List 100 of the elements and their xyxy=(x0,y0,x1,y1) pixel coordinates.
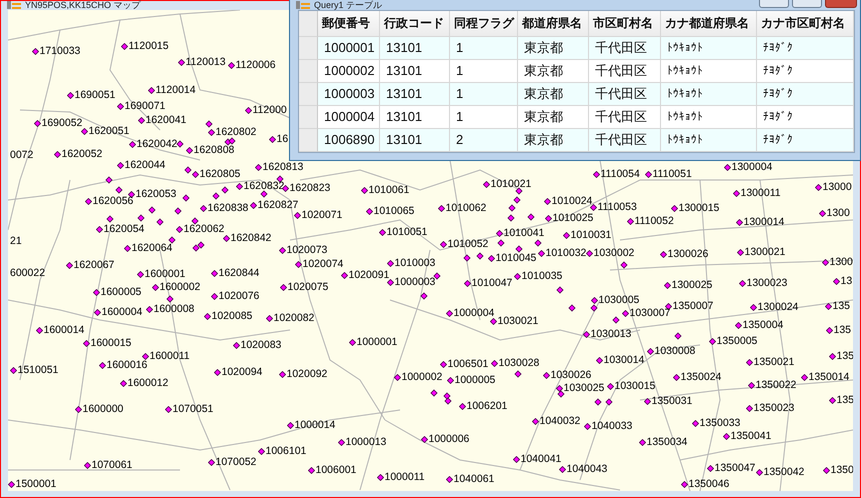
postal-code-label: 1070052 xyxy=(216,456,256,468)
postal-code-label: 0072 xyxy=(10,149,34,161)
point-marker-icon xyxy=(128,190,134,198)
point-marker-icon xyxy=(724,164,730,170)
postal-code-label: 1010035 xyxy=(522,270,562,282)
postal-code-label: 1110054 xyxy=(600,168,640,180)
point-marker-icon xyxy=(137,214,145,222)
postal-code-label: 1010065 xyxy=(374,205,414,217)
column-header[interactable]: カナ市区町村名 xyxy=(757,11,854,37)
postal-code-label: 1620062 xyxy=(184,223,224,235)
window-title: Query1 テーブル xyxy=(314,0,382,10)
row-selector[interactable] xyxy=(299,60,318,83)
point-marker-icon xyxy=(84,462,90,468)
point-marker-icon xyxy=(538,250,544,256)
postal-code-label: 1040041 xyxy=(520,453,562,465)
column-header[interactable]: 行政コード xyxy=(380,11,450,37)
point-marker-icon xyxy=(236,182,242,190)
corner-header-cell[interactable] xyxy=(299,11,318,37)
point-marker-icon xyxy=(488,254,494,262)
postal-code-label: 1620067 xyxy=(74,259,114,271)
postal-code-label: 1620802 xyxy=(216,126,256,138)
column-header[interactable]: 都道府県名 xyxy=(518,11,589,37)
postal-code-label: 1620838 xyxy=(208,202,248,214)
point-marker-icon xyxy=(748,382,754,388)
table-cell: 東京都 xyxy=(518,129,589,152)
column-header[interactable]: 同程フラグ xyxy=(450,11,518,37)
point-marker-icon xyxy=(116,102,124,110)
table-cell: ﾄｳｷｮｳﾄ xyxy=(661,129,757,152)
point-marker-icon xyxy=(138,116,144,124)
postal-code-label: 1000003 xyxy=(394,276,436,288)
point-marker-icon xyxy=(32,48,38,54)
minimize-button[interactable] xyxy=(759,0,789,8)
row-selector[interactable] xyxy=(299,106,318,129)
postal-code-label: 1620823 xyxy=(290,182,330,194)
postal-code-label: 1070061 xyxy=(92,459,132,471)
table-cell: 13101 xyxy=(380,83,450,106)
point-marker-icon xyxy=(750,304,756,310)
postal-code-label: 1020082 xyxy=(274,312,314,324)
point-marker-icon xyxy=(590,204,596,210)
postal-code-label: 1300 xyxy=(830,256,853,268)
point-marker-icon xyxy=(338,438,344,446)
point-marker-icon xyxy=(664,302,672,310)
postal-code-label: 1300004 xyxy=(732,161,772,173)
point-marker-icon xyxy=(586,250,592,256)
postal-code-label: 1300026 xyxy=(668,248,708,260)
postal-code-label: 1350024 xyxy=(680,371,722,383)
point-marker-icon xyxy=(260,190,268,198)
postal-code-label: 1690071 xyxy=(124,100,166,112)
point-marker-icon xyxy=(376,474,384,480)
point-marker-icon xyxy=(106,215,114,223)
point-marker-icon xyxy=(166,295,174,303)
postal-code-label: 1600004 xyxy=(102,306,142,318)
postal-code-label: 1010052 xyxy=(448,238,488,250)
point-marker-icon xyxy=(8,480,14,488)
point-marker-icon xyxy=(826,326,832,334)
postal-code-label: 1350007 xyxy=(672,300,714,312)
point-marker-icon xyxy=(420,292,428,300)
point-marker-icon xyxy=(244,106,252,114)
row-selector[interactable] xyxy=(299,129,318,152)
table-cell: 1 xyxy=(450,37,518,60)
point-marker-icon xyxy=(544,214,552,222)
postal-code-label: 1350022 xyxy=(756,379,796,391)
table-cell: ﾄｳｷｮｳﾄ xyxy=(661,37,757,60)
row-selector[interactable] xyxy=(299,83,318,106)
point-marker-icon xyxy=(66,92,74,98)
point-marker-icon xyxy=(148,86,154,94)
point-marker-icon xyxy=(562,232,570,238)
column-header[interactable]: 郵便番号 xyxy=(318,11,380,37)
postal-code-label: 1000004 xyxy=(454,307,494,319)
postal-code-label: 1040032 xyxy=(540,415,580,427)
close-button[interactable] xyxy=(825,0,857,8)
postal-code-label: 1600001 xyxy=(144,268,186,280)
column-header[interactable]: カナ都道府県名 xyxy=(661,11,757,37)
point-marker-icon xyxy=(178,58,184,66)
postal-code-label: 1120006 xyxy=(236,59,276,71)
point-marker-icon xyxy=(594,398,602,406)
postal-code-label: 1690051 xyxy=(74,89,116,101)
point-marker-icon xyxy=(512,456,520,462)
point-marker-icon xyxy=(210,270,218,276)
point-marker-icon xyxy=(596,356,602,364)
postal-code-label: 1620844 xyxy=(218,267,260,279)
postal-code-label: 13000 xyxy=(822,181,852,193)
point-marker-icon xyxy=(124,244,130,252)
postal-code-label: 1510051 xyxy=(18,364,58,376)
postal-code-label: 1110052 xyxy=(634,215,674,227)
point-marker-icon xyxy=(34,120,40,126)
point-marker-icon xyxy=(514,272,520,280)
point-marker-icon xyxy=(605,398,613,406)
postal-code-label: 1300014 xyxy=(744,216,784,228)
column-header[interactable]: 市区町村名 xyxy=(589,11,661,37)
maximize-button[interactable] xyxy=(792,0,822,8)
point-marker-icon xyxy=(176,140,184,148)
point-marker-icon xyxy=(186,146,192,154)
table-cell: ﾁﾖﾀﾞｸ xyxy=(757,83,854,106)
window-title: YN95POS,KK15CHO マップ xyxy=(25,1,141,10)
point-marker-icon xyxy=(734,322,742,328)
row-selector[interactable] xyxy=(299,37,318,60)
postal-code-label: 1030008 xyxy=(654,345,696,357)
postal-code-label: 1620842 xyxy=(230,232,272,244)
table-cell: 1000003 xyxy=(318,83,380,106)
